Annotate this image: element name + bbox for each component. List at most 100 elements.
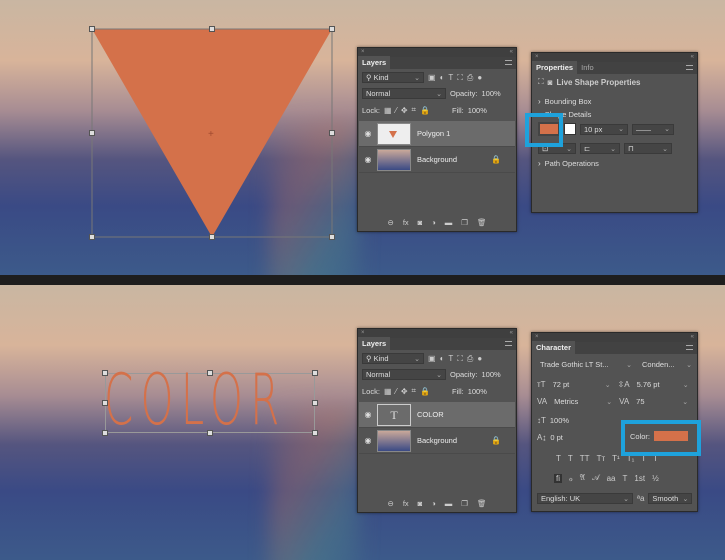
standard-ligatures-button[interactable]: ﬁ — [554, 473, 562, 483]
transform-handle[interactable] — [312, 370, 318, 376]
superscript-button[interactable]: T¹ — [612, 454, 620, 463]
type-filter-icon[interactable]: T — [448, 354, 453, 363]
stroke-corners-dropdown[interactable]: ⊓ — [624, 143, 672, 154]
transform-handle[interactable] — [207, 430, 213, 436]
vertical-scale-input[interactable]: 100% — [550, 416, 569, 425]
lock-brush-icon[interactable]: ⁄ — [396, 387, 397, 396]
tab-character[interactable]: Character — [532, 341, 576, 354]
faux-italic-button[interactable]: T — [568, 454, 573, 463]
layer-row-color-text[interactable]: ◉ T COLOR — [359, 402, 515, 428]
transform-handle[interactable] — [89, 234, 95, 240]
fill-input[interactable]: 100% — [468, 387, 487, 396]
tab-properties[interactable]: Properties — [532, 61, 578, 74]
visibility-eye-icon[interactable]: ◉ — [359, 155, 377, 164]
small-caps-button[interactable]: Tт — [597, 454, 606, 463]
transform-handle[interactable] — [89, 130, 95, 136]
transform-handle[interactable] — [102, 370, 108, 376]
adjustment-layer-icon[interactable]: ◑ — [431, 499, 436, 508]
stroke-width-dropdown[interactable]: 10 px — [580, 123, 628, 135]
lock-artboard-icon[interactable]: ⌗ — [412, 386, 417, 396]
collapse-icon[interactable]: « — [510, 48, 513, 57]
all-caps-button[interactable]: TT — [580, 454, 590, 463]
visibility-eye-icon[interactable]: ◉ — [359, 410, 377, 419]
link-layers-icon[interactable]: ⊖ — [388, 499, 394, 508]
panel-menu-icon[interactable] — [505, 60, 512, 65]
baseline-shift-input[interactable]: 0 pt — [550, 433, 563, 442]
discretionary-ligatures-button[interactable]: 𝔄 — [580, 473, 585, 483]
kerning-dropdown[interactable]: Metrics — [551, 396, 615, 407]
collapse-icon[interactable]: « — [691, 333, 694, 342]
stroke-color-swatch[interactable] — [564, 123, 576, 135]
lock-artboard-icon[interactable]: ⌗ — [412, 105, 417, 115]
layer-row-background[interactable]: ◉ Background 🔒 — [359, 428, 515, 454]
lock-position-icon[interactable]: ✥ — [401, 106, 408, 115]
fx-icon[interactable]: fx — [403, 499, 409, 508]
lock-brush-icon[interactable]: ⁄ — [396, 106, 397, 115]
adjustment-filter-icon[interactable]: ◐ — [440, 73, 445, 82]
font-family-dropdown[interactable]: Trade Gothic LT St... — [537, 359, 635, 370]
collapse-icon[interactable]: « — [510, 329, 513, 338]
shape-filter-icon[interactable]: ⛶ — [457, 354, 463, 364]
canvas-text-layer[interactable]: COLOR — [104, 359, 287, 441]
filter-kind-dropdown[interactable]: ⚲ Kind — [362, 72, 424, 83]
smart-object-filter-icon[interactable]: ⎙ — [467, 354, 473, 364]
swash-button[interactable]: 𝒜 — [592, 473, 600, 483]
tab-layers[interactable]: Layers — [358, 337, 391, 350]
transform-handle[interactable] — [102, 400, 108, 406]
transform-handle[interactable] — [209, 234, 215, 240]
adjustment-filter-icon[interactable]: ◐ — [440, 354, 445, 363]
adjustment-layer-icon[interactable]: ◑ — [431, 218, 436, 227]
stylistic-alternates-button[interactable]: aa — [607, 474, 616, 483]
opacity-input[interactable]: 100% — [482, 370, 501, 379]
transform-handle[interactable] — [102, 430, 108, 436]
transform-handle[interactable] — [329, 234, 335, 240]
transform-handle[interactable] — [329, 130, 335, 136]
pixel-filter-icon[interactable]: ▣ — [428, 354, 436, 363]
add-mask-icon[interactable]: ◙ — [418, 499, 423, 508]
filter-kind-dropdown[interactable]: ⚲ Kind — [362, 353, 424, 364]
titling-alternates-button[interactable]: T — [623, 474, 628, 483]
stroke-type-dropdown[interactable]: —— — [632, 123, 674, 135]
tab-layers[interactable]: Layers — [358, 56, 391, 69]
transform-handle[interactable] — [312, 400, 318, 406]
add-mask-icon[interactable]: ◙ — [418, 218, 423, 227]
visibility-eye-icon[interactable]: ◉ — [359, 436, 377, 445]
leading-dropdown[interactable]: 5.76 pt — [634, 379, 692, 390]
collapse-icon[interactable]: « — [691, 53, 694, 62]
new-layer-icon[interactable]: ❐ — [461, 218, 468, 227]
filter-toggle-icon[interactable]: ● — [477, 354, 482, 363]
transform-handle[interactable] — [209, 26, 215, 32]
blend-mode-dropdown[interactable]: Normal — [362, 88, 446, 99]
fill-input[interactable]: 100% — [468, 106, 487, 115]
opacity-input[interactable]: 100% — [482, 89, 501, 98]
path-operations-section[interactable]: › Path Operations — [538, 159, 599, 168]
visibility-eye-icon[interactable]: ◉ — [359, 129, 377, 138]
new-group-icon[interactable]: ▬ — [445, 499, 453, 508]
antialias-dropdown[interactable]: Smooth — [648, 493, 693, 504]
shape-filter-icon[interactable]: ⛶ — [457, 73, 463, 83]
bounding-box-section[interactable]: › Bounding Box — [538, 97, 591, 106]
filter-toggle-icon[interactable]: ● — [477, 73, 482, 82]
type-filter-icon[interactable]: T — [448, 73, 453, 82]
transform-handle[interactable] — [207, 370, 213, 376]
fractions-button[interactable]: ½ — [652, 474, 659, 483]
new-layer-icon[interactable]: ❐ — [461, 499, 468, 508]
contextual-alternates-button[interactable]: ℴ — [569, 474, 573, 483]
blend-mode-dropdown[interactable]: Normal — [362, 369, 446, 380]
panel-menu-icon[interactable] — [686, 65, 693, 70]
link-layers-icon[interactable]: ⊖ — [388, 218, 394, 227]
delete-layer-icon[interactable]: 🗑 — [477, 499, 487, 508]
smart-object-filter-icon[interactable]: ⎙ — [467, 73, 473, 83]
transform-handle[interactable] — [89, 26, 95, 32]
lock-all-icon[interactable]: 🔒 — [420, 387, 430, 396]
transform-handle[interactable] — [329, 26, 335, 32]
lock-transparency-icon[interactable]: ▦ — [384, 387, 392, 396]
stroke-caps-dropdown[interactable]: ⊏ — [580, 143, 620, 154]
lock-all-icon[interactable]: 🔒 — [420, 106, 430, 115]
delete-layer-icon[interactable]: 🗑 — [477, 218, 487, 227]
panel-menu-icon[interactable] — [505, 341, 512, 346]
lock-position-icon[interactable]: ✥ — [401, 387, 408, 396]
panel-menu-icon[interactable] — [686, 345, 693, 350]
layer-row-polygon[interactable]: ◉ Polygon 1 — [359, 121, 515, 147]
font-size-dropdown[interactable]: 72 pt — [550, 379, 614, 390]
